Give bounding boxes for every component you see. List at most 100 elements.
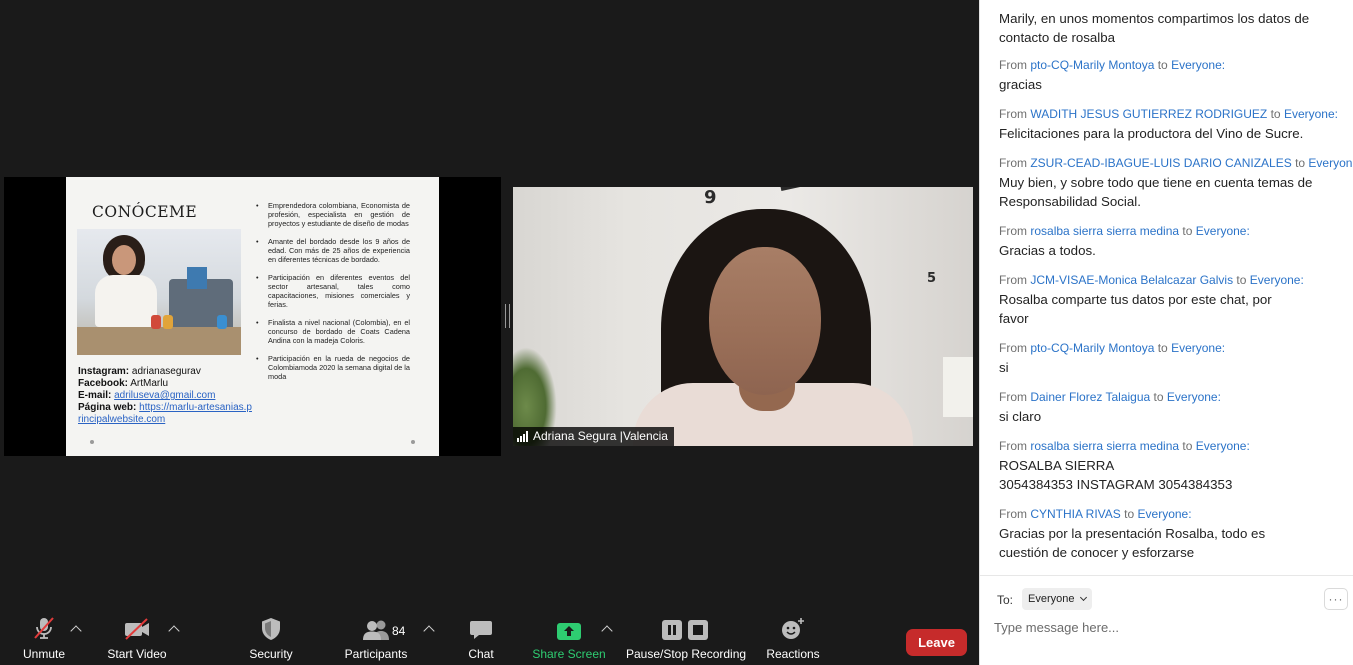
chat-recipient[interactable]: Everyone: xyxy=(1171,341,1225,355)
start-video-label: Start Video xyxy=(107,647,167,661)
contact-email: E-mail: adriluseva@gmail.com xyxy=(78,390,253,402)
photo-spool xyxy=(217,315,227,329)
chat-recipient[interactable]: Everyone: xyxy=(1284,107,1338,121)
chat-message-text: Marily, en unos momentos compartimos los… xyxy=(999,11,1310,45)
share-screen-button[interactable]: Share Screen xyxy=(532,611,606,665)
recipient-dropdown[interactable]: Everyone xyxy=(1022,588,1093,610)
wall-clock-number: 5 xyxy=(927,271,937,286)
meeting-toolbar: Unmute Start Video Security Participants… xyxy=(0,611,979,665)
reactions-button[interactable]: Reactions xyxy=(764,611,822,665)
chat-message-header: From CYNTHIA RIVAS to Everyone: xyxy=(999,507,1344,521)
split-view-drag-handle[interactable] xyxy=(505,304,510,328)
photo-spool xyxy=(163,315,173,329)
chat-recipient[interactable]: Everyone: xyxy=(1167,390,1221,404)
to-label: To: xyxy=(997,593,1014,607)
chat-sender[interactable]: pto-CQ-Marily Montoya xyxy=(1030,341,1154,355)
chat-message-header: From JCM-VISAE-Monica Belalcazar Galvis … xyxy=(999,273,1344,287)
pause-stop-recording-button[interactable]: Pause/Stop Recording xyxy=(626,611,746,665)
chat-message-header: From pto-CQ-Marily Montoya to Everyone: xyxy=(999,341,1344,355)
video-stage: CONÓCEME Instagram: adrianasegurav Faceb… xyxy=(0,0,979,665)
chat-button[interactable]: Chat xyxy=(462,611,500,665)
participant-video-tile[interactable]: 9 5 Adriana Segura |Valencia xyxy=(513,187,973,446)
chat-recipient[interactable]: Everyone: xyxy=(1171,58,1225,72)
video-options-chevron-icon[interactable] xyxy=(168,625,180,637)
chat-sender[interactable]: WADITH JESUS GUTIERREZ RODRIGUEZ xyxy=(1030,107,1267,121)
from-word: From xyxy=(999,224,1027,238)
chat-message: From rosalba sierra sierra medina to Eve… xyxy=(999,439,1344,494)
chat-message: From pto-CQ-Marily Montoya to Everyone: … xyxy=(999,58,1344,94)
recipient-dropdown-value: Everyone xyxy=(1028,593,1075,605)
chat-message-text: si claro xyxy=(999,409,1042,424)
to-word: to xyxy=(1157,341,1168,355)
from-word: From xyxy=(999,58,1027,72)
leave-meeting-button[interactable]: Leave xyxy=(906,629,967,656)
chat-message-text: gracias xyxy=(999,77,1042,92)
chat-message-header: From rosalba sierra sierra medina to Eve… xyxy=(999,224,1344,238)
to-word: to xyxy=(1270,107,1281,121)
participant-face xyxy=(709,247,821,395)
slide-bullet: Participación en la rueda de negocios de… xyxy=(256,354,410,381)
chat-sender[interactable]: CYNTHIA RIVAS xyxy=(1030,507,1120,521)
chat-sender[interactable]: ZSUR-CEAD-IBAGUE-LUIS DARIO CANIZALES xyxy=(1030,156,1291,170)
to-word: to xyxy=(1157,58,1168,72)
shared-screen-tile[interactable]: CONÓCEME Instagram: adrianasegurav Faceb… xyxy=(4,177,501,456)
contact-instagram: Instagram: adrianasegurav xyxy=(78,366,253,378)
chat-recipient[interactable]: Everyone: xyxy=(1250,273,1304,287)
share-screen-arrow-icon xyxy=(556,611,582,641)
unmute-label: Unmute xyxy=(22,647,66,661)
contact-value: ArtMarlu xyxy=(130,378,169,389)
chat-message-text: Muy bien, y sobre todo que tiene en cuen… xyxy=(999,175,1313,209)
security-button[interactable]: Security xyxy=(245,611,297,665)
chat-message-text: Rosalba comparte tus datos por este chat… xyxy=(999,292,1272,326)
chat-message-text: Gracias a todos. xyxy=(999,243,1096,258)
unmute-button[interactable]: Unmute xyxy=(20,611,68,665)
chat-sender[interactable]: JCM-VISAE-Monica Belalcazar Galvis xyxy=(1030,273,1233,287)
chat-recipient[interactable]: Everyone: xyxy=(1196,439,1250,453)
chat-message-header: From ZSUR-CEAD-IBAGUE-LUIS DARIO CANIZAL… xyxy=(999,156,1353,170)
photo-body xyxy=(95,275,157,327)
chat-message-header: From Dainer Florez Talaigua to Everyone: xyxy=(999,390,1344,404)
audio-options-chevron-icon[interactable] xyxy=(70,625,82,637)
chat-sender[interactable]: pto-CQ-Marily Montoya xyxy=(1030,58,1154,72)
to-word: to xyxy=(1295,156,1306,170)
background-window xyxy=(943,357,973,417)
chat-message-input[interactable] xyxy=(994,616,1334,638)
chat-message-text: Felicitaciones para la productora del Vi… xyxy=(999,126,1304,141)
chat-recipient[interactable]: Everyone: xyxy=(1196,224,1250,238)
participants-options-chevron-icon[interactable] xyxy=(423,625,435,637)
chat-message: Marily, en unos momentos compartimos los… xyxy=(999,6,1344,47)
start-video-button[interactable]: Start Video xyxy=(104,611,170,665)
participants-button[interactable]: Participants xyxy=(343,611,409,665)
chat-message: From JCM-VISAE-Monica Belalcazar Galvis … xyxy=(999,273,1344,328)
more-options-button[interactable]: ··· xyxy=(1324,588,1348,610)
photo-face xyxy=(112,245,136,275)
chat-message: From rosalba sierra sierra medina to Eve… xyxy=(999,224,1344,260)
slide-bullet-list: Emprendedora colombiana, Economista de p… xyxy=(256,201,410,390)
slide-bullet: Emprendedora colombiana, Economista de p… xyxy=(256,201,410,228)
chat-recipient[interactable]: Everyone: xyxy=(1308,156,1353,170)
microphone-muted-icon xyxy=(31,611,57,641)
slide-corner-dot xyxy=(90,440,94,444)
from-word: From xyxy=(999,341,1027,355)
chat-sender[interactable]: rosalba sierra sierra medina xyxy=(1030,439,1179,453)
from-word: From xyxy=(999,507,1027,521)
participant-name-label: Adriana Segura |Valencia xyxy=(513,427,674,446)
chat-sender[interactable]: Dainer Florez Talaigua xyxy=(1030,390,1150,404)
slide-corner-dot xyxy=(411,440,415,444)
photo-table xyxy=(77,327,241,355)
chat-sender[interactable]: rosalba sierra sierra medina xyxy=(1030,224,1179,238)
wall-clock-hand xyxy=(780,187,850,191)
chat-message: From WADITH JESUS GUTIERREZ RODRIGUEZ to… xyxy=(999,107,1344,143)
chat-bubble-icon xyxy=(469,611,493,641)
participants-icon xyxy=(361,611,391,641)
signal-strength-icon xyxy=(517,431,528,442)
chat-message-header: From WADITH JESUS GUTIERREZ RODRIGUEZ to… xyxy=(999,107,1344,121)
chat-message-list[interactable]: Marily, en unos momentos compartimos los… xyxy=(980,0,1353,575)
chat-message-text: ROSALBA SIERRA 3054384353 INSTAGRAM 3054… xyxy=(999,458,1233,492)
slide-bullet: Finalista a nivel nacional (Colombia), e… xyxy=(256,318,410,345)
contact-label: Página web: xyxy=(78,402,137,413)
chat-recipient[interactable]: Everyone: xyxy=(1138,507,1192,521)
slide-bullet: Participación en diferentes eventos del … xyxy=(256,273,410,309)
chat-compose-area: To: Everyone ··· xyxy=(980,575,1353,665)
photo-machine-part xyxy=(187,267,207,289)
